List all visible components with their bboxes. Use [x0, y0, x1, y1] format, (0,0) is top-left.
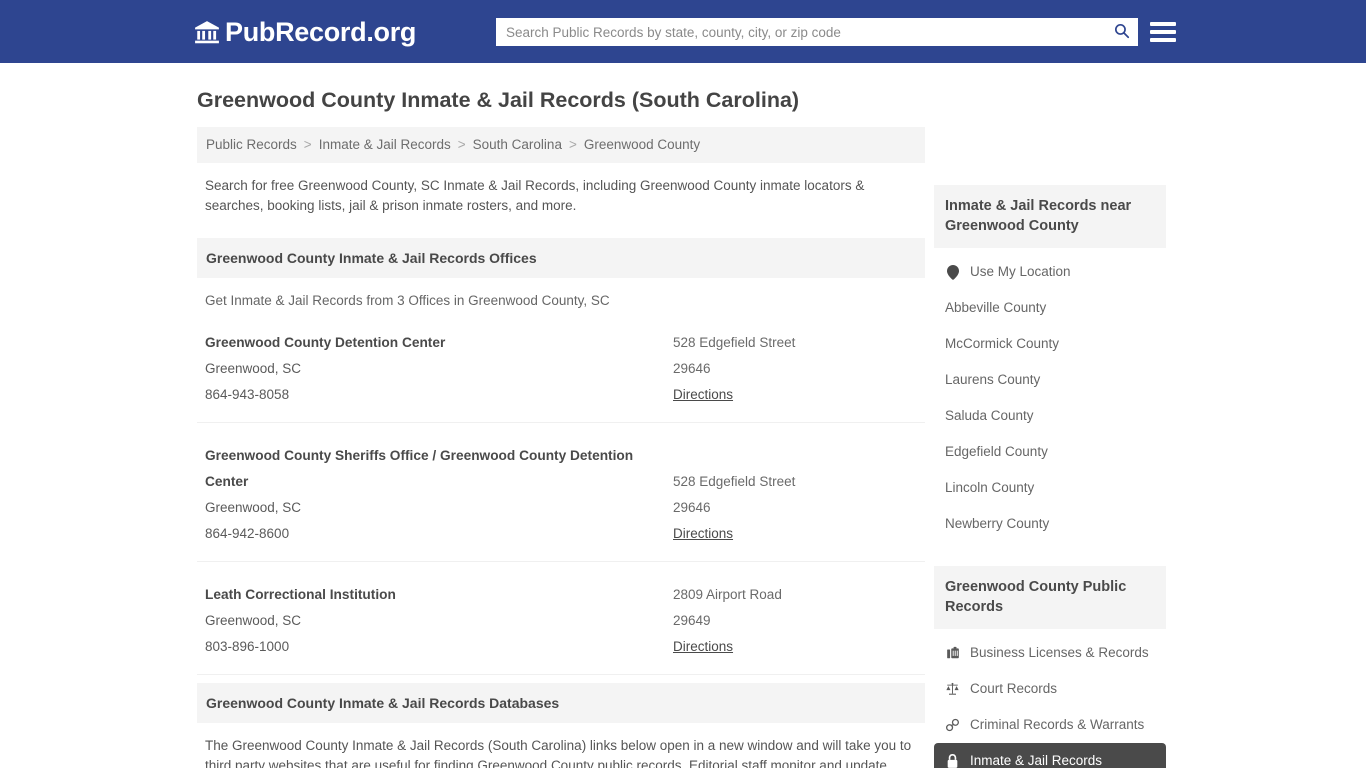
directions-link[interactable]: Directions — [673, 382, 733, 408]
office-zip: 29649 — [673, 613, 711, 628]
site-header: PubRecord.org — [0, 0, 1366, 63]
office-zip: 29646 — [673, 500, 711, 515]
office-street: 528 Edgefield Street — [673, 474, 796, 489]
breadcrumb-item-greenwood-county[interactable]: Greenwood County — [584, 137, 700, 152]
map-pin-icon — [945, 264, 960, 280]
scales-of-justice-icon — [945, 682, 960, 697]
office-row: Greenwood County Detention Center Greenw… — [197, 310, 925, 423]
office-street: 2809 Airport Road — [673, 587, 782, 602]
sidebar-item-use-my-location[interactable]: Use My Location — [934, 254, 1166, 290]
directions-link[interactable]: Directions — [673, 634, 733, 660]
sidebar-item-saluda-county[interactable]: Saluda County — [934, 398, 1166, 434]
office-city-state: Greenwood, SC — [205, 500, 302, 515]
search-bar — [496, 18, 1138, 46]
sidebar-item-label: Newberry County — [945, 516, 1050, 531]
sidebar-public-records-block: Greenwood County Public Records Business… — [934, 566, 1166, 768]
sidebar-item-inmate-jail-records[interactable]: Inmate & Jail Records — [934, 743, 1166, 768]
page-intro-text: Search for free Greenwood County, SC Inm… — [205, 178, 865, 213]
sidebar-item-court-records[interactable]: Court Records — [934, 671, 1166, 707]
sidebar-item-label: Lincoln County — [945, 480, 1035, 495]
sidebar-item-label: McCormick County — [945, 336, 1060, 351]
sidebar-item-label: Criminal Records & Warrants — [970, 717, 1145, 732]
office-street: 528 Edgefield Street — [673, 335, 796, 350]
breadcrumb-separator: > — [568, 137, 577, 152]
sidebar-item-edgefield-county[interactable]: Edgefield County — [934, 434, 1166, 470]
lock-icon — [945, 753, 960, 768]
office-city-state: Greenwood, SC — [205, 613, 302, 628]
sidebar-item-label: Use My Location — [970, 264, 1071, 279]
sidebar-item-label: Court Records — [970, 681, 1058, 696]
breadcrumb-item-south-carolina[interactable]: South Carolina — [473, 137, 562, 152]
briefcase-icon — [945, 646, 960, 661]
breadcrumb-separator: > — [457, 137, 466, 152]
office-details: Greenwood County Sheriffs Office / Green… — [205, 443, 673, 547]
sidebar-item-laurens-county[interactable]: Laurens County — [934, 362, 1166, 398]
office-phone: 803-896-1000 — [205, 639, 290, 654]
handcuffs-icon — [945, 718, 960, 733]
office-address: 528 Edgefield Street 29646 Directions — [673, 330, 917, 408]
sidebar-nearby-list: Use My Location Abbeville County McCormi… — [934, 254, 1166, 542]
site-logo-text: PubRecord.org — [225, 17, 417, 47]
search-icon — [1113, 22, 1130, 42]
breadcrumb-item-public-records[interactable]: Public Records — [206, 137, 297, 152]
office-name: Leath Correctional Institution — [205, 587, 396, 602]
office-address: 2809 Airport Road 29649 Directions — [673, 582, 917, 660]
databases-section-body: The Greenwood County Inmate & Jail Recor… — [205, 738, 912, 768]
main-content: Greenwood County Inmate & Jail Records (… — [197, 87, 925, 768]
breadcrumb-separator: > — [303, 137, 312, 152]
office-phone: 864-943-8058 — [205, 387, 290, 402]
breadcrumb-item-inmate-jail-records[interactable]: Inmate & Jail Records — [319, 137, 451, 152]
site-logo[interactable]: PubRecord.org — [194, 18, 416, 46]
sidebar-item-label: Saluda County — [945, 408, 1034, 423]
office-name: Greenwood County Sheriffs Office / Green… — [205, 448, 634, 489]
hamburger-menu-icon — [1150, 22, 1176, 26]
sidebar-nearby-heading: Inmate & Jail Records near Greenwood Cou… — [934, 185, 1166, 248]
sidebar-item-label: Laurens County — [945, 372, 1041, 387]
offices-section-heading: Greenwood County Inmate & Jail Records O… — [197, 238, 925, 278]
sidebar-public-records-list: Business Licenses & Records Court Record… — [934, 635, 1166, 768]
sidebar-item-newberry-county[interactable]: Newberry County — [934, 506, 1166, 542]
bank-building-icon — [194, 19, 220, 45]
sidebar-item-label: Abbeville County — [945, 300, 1047, 315]
hamburger-menu-button[interactable] — [1150, 18, 1176, 46]
sidebar-item-business-licenses[interactable]: Business Licenses & Records — [934, 635, 1166, 671]
sidebar-item-label: Business Licenses & Records — [970, 645, 1149, 660]
directions-link[interactable]: Directions — [673, 521, 733, 547]
office-city-state: Greenwood, SC — [205, 361, 302, 376]
office-name: Greenwood County Detention Center — [205, 335, 446, 350]
offices-section-subheading: Get Inmate & Jail Records from 3 Offices… — [205, 293, 610, 308]
sidebar: Inmate & Jail Records near Greenwood Cou… — [934, 185, 1166, 768]
office-details: Leath Correctional Institution Greenwood… — [205, 582, 673, 660]
databases-section-heading: Greenwood County Inmate & Jail Records D… — [197, 683, 925, 723]
sidebar-item-lincoln-county[interactable]: Lincoln County — [934, 470, 1166, 506]
page-title: Greenwood County Inmate & Jail Records (… — [197, 88, 800, 112]
sidebar-item-label: Edgefield County — [945, 444, 1048, 459]
sidebar-public-records-heading: Greenwood County Public Records — [934, 566, 1166, 629]
search-button[interactable] — [1104, 18, 1138, 46]
sidebar-item-mccormick-county[interactable]: McCormick County — [934, 326, 1166, 362]
breadcrumb: Public Records > Inmate & Jail Records > Sou… — [197, 127, 925, 163]
sidebar-item-label: Inmate & Jail Records — [970, 753, 1103, 768]
search-input[interactable] — [496, 19, 1104, 45]
office-row: Leath Correctional Institution Greenwood… — [197, 562, 925, 675]
hamburger-menu-icon — [1150, 38, 1176, 42]
office-zip: 29646 — [673, 361, 711, 376]
office-phone: 864-942-8600 — [205, 526, 290, 541]
sidebar-item-criminal-records[interactable]: Criminal Records & Warrants — [934, 707, 1166, 743]
page-body: Greenwood County Inmate & Jail Records (… — [0, 63, 1366, 768]
office-details: Greenwood County Detention Center Greenw… — [205, 330, 673, 408]
office-address: 528 Edgefield Street 29646 Directions — [673, 443, 917, 547]
hamburger-menu-icon — [1150, 30, 1176, 34]
sidebar-item-abbeville-county[interactable]: Abbeville County — [934, 290, 1166, 326]
office-row: Greenwood County Sheriffs Office / Green… — [197, 423, 925, 562]
